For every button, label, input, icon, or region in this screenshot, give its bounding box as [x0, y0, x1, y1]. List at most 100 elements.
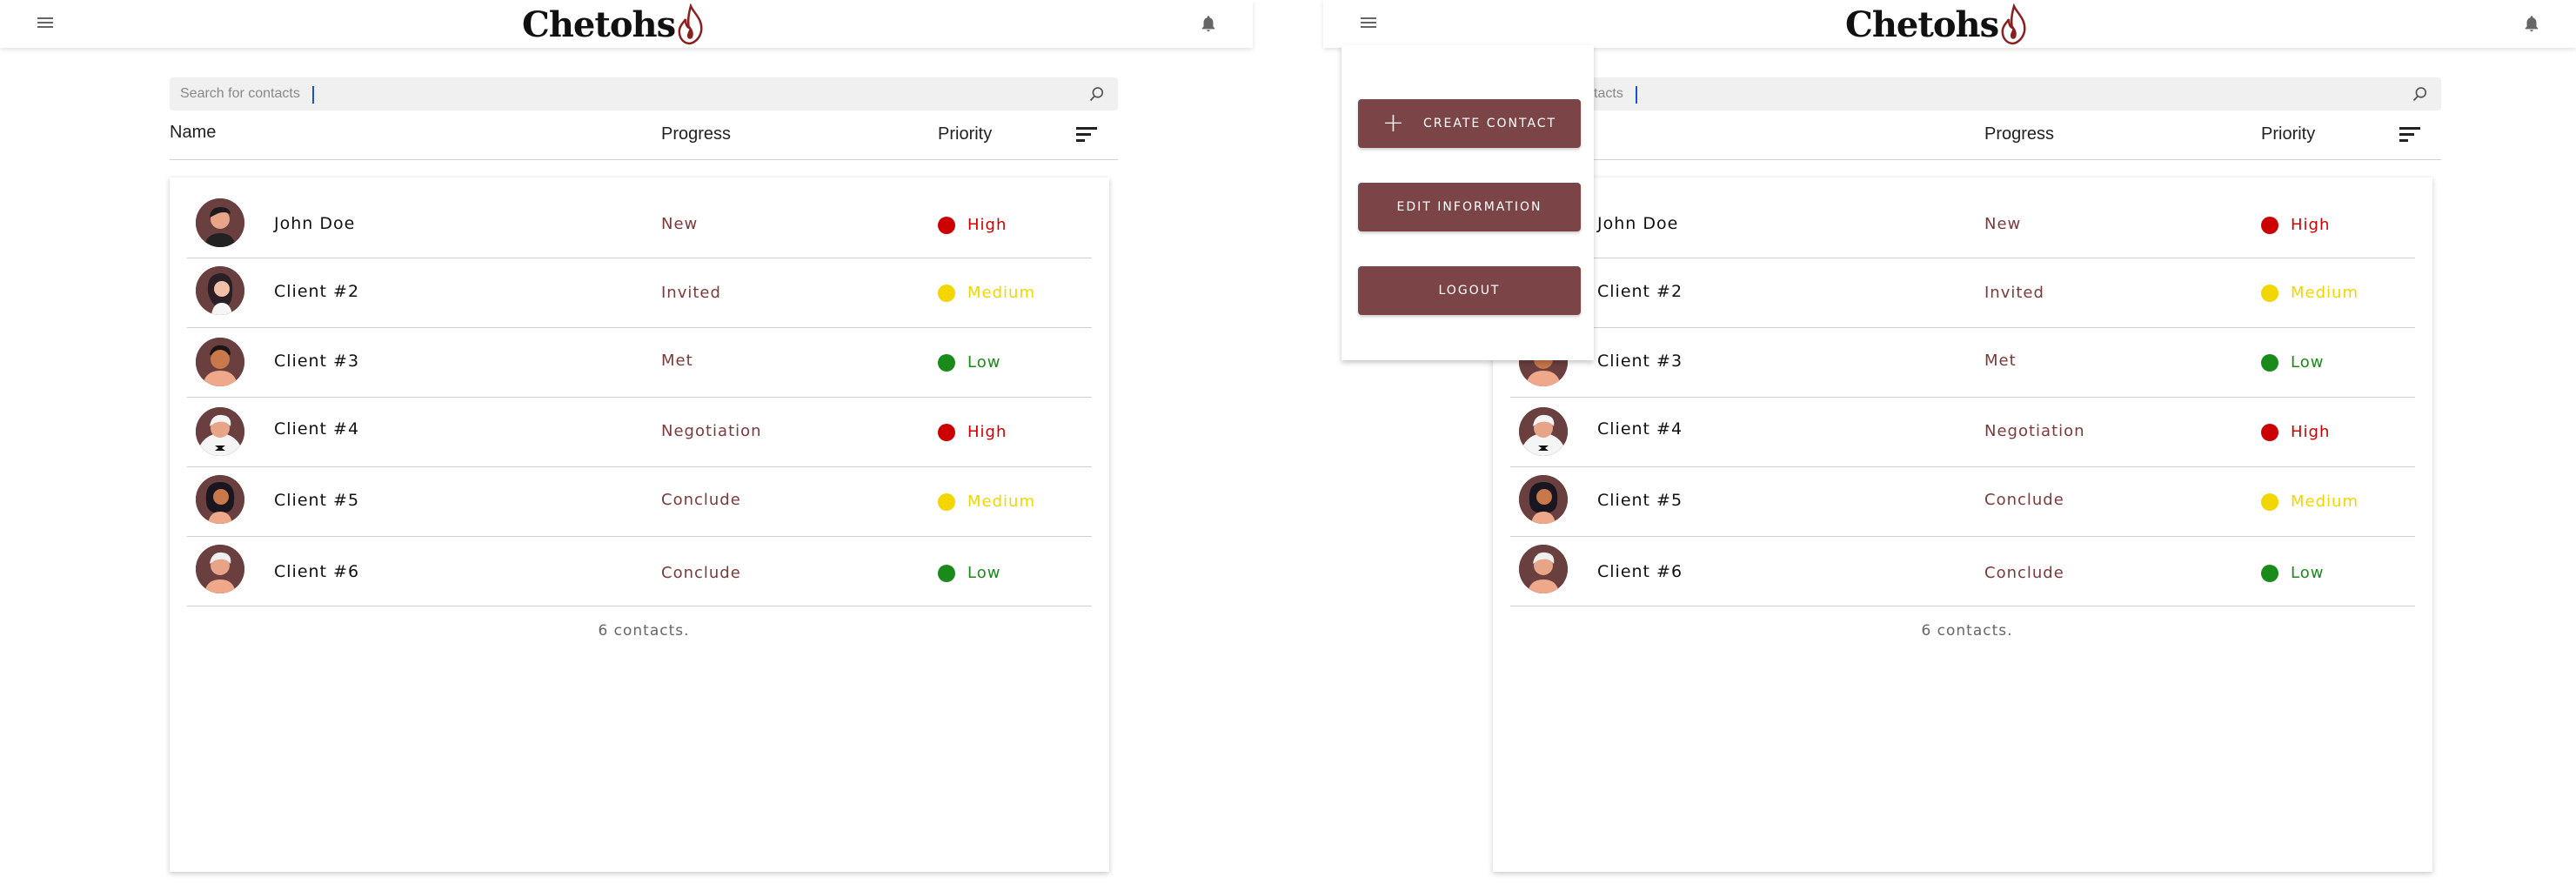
contacts-count: 6 contacts.	[598, 622, 690, 640]
priority-label: Low	[2291, 564, 2325, 582]
contacts-count: 6 contacts.	[1921, 622, 2013, 640]
logout-button[interactable]: LOGOUT	[1358, 266, 1581, 315]
priority-label: High	[967, 423, 1007, 441]
top-app-bar: Chetohs	[0, 0, 1253, 48]
contact-priority: High	[938, 423, 1007, 441]
contacts-list-card: John Doe New High Client #2 Invited Medi…	[170, 178, 1109, 872]
contact-name: Client #2	[274, 282, 360, 301]
contact-row[interactable]: Client #6 Conclude Low	[187, 536, 1092, 606]
logo-text: Chetohs	[522, 3, 676, 45]
sort-icon[interactable]	[1076, 127, 1097, 144]
priority-dot	[2261, 284, 2278, 302]
contact-row[interactable]: Client #4 Negotiation High	[1510, 397, 2415, 467]
header-divider	[1493, 159, 2441, 160]
contact-priority: Low	[2261, 564, 2324, 582]
create-contact-label: CREATE CONTACT	[1423, 117, 1557, 131]
contact-progress: Negotiation	[661, 422, 762, 440]
contact-priority: High	[938, 216, 1007, 234]
contact-progress: Met	[661, 352, 693, 370]
avatar	[196, 545, 244, 593]
priority-dot	[938, 216, 955, 234]
avatar	[196, 198, 244, 247]
app-logo: Chetohs	[522, 3, 706, 45]
priority-label: Low	[2291, 353, 2325, 372]
priority-dot	[938, 284, 955, 302]
contacts-screen-left: Chetohs Name Progress Priority John Doe …	[0, 0, 1253, 891]
edit-information-label: EDIT INFORMATION	[1396, 200, 1542, 214]
contact-priority: High	[2261, 216, 2330, 234]
flame-icon	[2001, 3, 2026, 45]
contact-priority: Medium	[938, 492, 1035, 511]
hamburger-menu-icon[interactable]	[35, 15, 56, 32]
avatar	[196, 266, 244, 315]
contact-priority: Medium	[938, 284, 1035, 302]
priority-label: Low	[967, 564, 1001, 582]
header-divider	[170, 159, 1118, 160]
sort-icon[interactable]	[2399, 127, 2420, 144]
contact-name: Client #4	[1597, 419, 1683, 439]
top-app-bar: Chetohs	[1323, 0, 2576, 48]
priority-label: Medium	[967, 284, 1035, 302]
contact-priority: Low	[2261, 353, 2324, 372]
contact-name: Client #3	[274, 352, 360, 371]
contact-row[interactable]: Client #3 Met Low	[187, 327, 1092, 398]
hamburger-menu-icon[interactable]	[1358, 15, 1379, 32]
contact-name: Client #2	[1597, 282, 1683, 301]
search-input[interactable]	[180, 77, 1050, 111]
progress-column-header: Progress	[661, 124, 732, 144]
priority-column-header: Priority	[2261, 124, 2316, 144]
contact-progress: Met	[1984, 352, 2017, 370]
logo-text: Chetohs	[1845, 3, 1999, 45]
contact-name: Client #5	[1597, 491, 1683, 510]
avatar	[1519, 475, 1568, 524]
search-bar[interactable]	[170, 77, 1118, 111]
priority-dot	[2261, 423, 2278, 441]
priority-label: High	[2291, 423, 2331, 441]
contact-progress: Conclude	[661, 564, 741, 582]
priority-dot	[2261, 216, 2278, 234]
flame-icon	[678, 3, 703, 45]
contact-name: Client #5	[274, 491, 360, 510]
contact-row[interactable]: John Doe New High	[187, 188, 1092, 258]
contact-progress: New	[1984, 215, 2022, 233]
priority-dot	[938, 353, 955, 372]
avatar	[1519, 545, 1568, 593]
contact-row[interactable]: Client #4 Negotiation High	[187, 397, 1092, 467]
contact-progress: Negotiation	[1984, 422, 2085, 440]
priority-label: Medium	[2291, 284, 2359, 302]
contact-priority: Medium	[2261, 492, 2359, 511]
search-icon[interactable]	[2412, 85, 2429, 103]
bell-icon[interactable]	[1199, 14, 1218, 33]
text-cursor	[1636, 86, 1637, 104]
progress-column-header: Progress	[1984, 124, 2055, 144]
contact-row[interactable]: Client #6 Conclude Low	[1510, 536, 2415, 606]
contact-name: Client #3	[1597, 352, 1683, 371]
priority-dot	[2261, 492, 2278, 511]
contact-progress: Invited	[1984, 284, 2044, 302]
contact-row[interactable]: John Doe New High	[1510, 188, 2415, 258]
contact-name: Client #6	[1597, 562, 1683, 581]
bell-icon[interactable]	[2522, 14, 2541, 33]
priority-dot	[938, 564, 955, 582]
contact-row[interactable]: Client #2 Invited Medium	[1510, 258, 2415, 328]
contact-row[interactable]: Client #5 Conclude Medium	[187, 466, 1092, 537]
priority-label: High	[967, 216, 1007, 234]
contacts-list-card: John Doe New High Client #2 Invited Medi…	[1493, 178, 2432, 872]
contact-row[interactable]: Client #2 Invited Medium	[187, 258, 1092, 328]
text-cursor	[312, 86, 314, 104]
contact-row[interactable]: Client #5 Conclude Medium	[1510, 466, 2415, 537]
search-bar[interactable]	[1493, 77, 2441, 111]
priority-dot	[938, 492, 955, 511]
edit-information-button[interactable]: EDIT INFORMATION	[1358, 183, 1581, 231]
contact-row[interactable]: Client #3 Met Low	[1510, 327, 2415, 398]
search-icon[interactable]	[1088, 85, 1106, 103]
contact-name: John Doe	[274, 214, 356, 233]
contact-progress: Invited	[661, 284, 721, 302]
search-input[interactable]	[1503, 77, 2373, 111]
avatar	[196, 475, 244, 524]
create-contact-button[interactable]: + CREATE CONTACT	[1358, 99, 1581, 148]
navigation-menu: + CREATE CONTACT EDIT INFORMATION LOGOUT	[1342, 45, 1594, 360]
priority-dot	[2261, 564, 2278, 582]
priority-label: Low	[967, 353, 1001, 372]
app-logo: Chetohs	[1845, 3, 2030, 45]
